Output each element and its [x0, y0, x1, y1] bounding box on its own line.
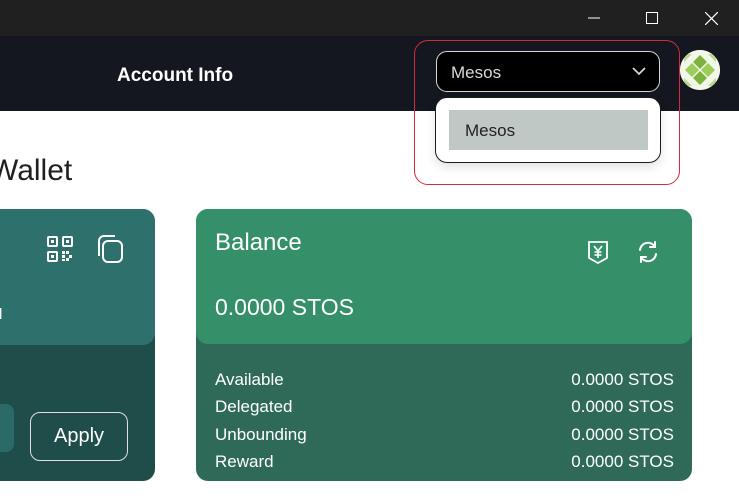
- balance-row-reward: Reward 0.0000 STOS: [215, 452, 674, 474]
- balance-row-available: Available 0.0000 STOS: [215, 370, 674, 392]
- header-title: Account Info: [117, 65, 234, 86]
- wallet-card-header: vvl: [0, 209, 155, 345]
- network-dropdown: Mesos: [435, 97, 661, 163]
- copy-icon[interactable]: [96, 234, 124, 264]
- yen-shield-icon[interactable]: [586, 240, 610, 264]
- dropdown-option-mesos[interactable]: Mesos: [449, 110, 648, 150]
- network-select[interactable]: Mesos: [436, 51, 660, 92]
- network-select-value: Mesos: [451, 63, 502, 82]
- balance-row-label: Reward: [215, 452, 274, 471]
- balance-row-value: 0.0000 STOS: [571, 370, 674, 389]
- balance-row-delegated: Delegated 0.0000 STOS: [215, 397, 674, 419]
- maximize-button[interactable]: [629, 0, 675, 36]
- apply-button[interactable]: Apply: [30, 412, 128, 461]
- balance-title: Balance: [215, 229, 302, 256]
- balance-row-label: Available: [215, 370, 284, 389]
- balance-card: Balance 0.0000 STOS Available 0.0000 STO…: [196, 209, 692, 481]
- balance-row-value: 0.0000 STOS: [571, 452, 674, 471]
- close-button[interactable]: [688, 0, 734, 36]
- balance-row-value: 0.0000 STOS: [571, 397, 674, 416]
- balance-card-header: Balance 0.0000 STOS: [196, 209, 692, 344]
- minimize-icon: [588, 17, 600, 19]
- balance-row-value: 0.0000 STOS: [571, 425, 674, 444]
- balance-row-unbounding: Unbounding 0.0000 STOS: [215, 425, 674, 447]
- window-title-bar: [0, 0, 739, 36]
- wallet-address: vvl: [0, 306, 3, 323]
- refresh-icon[interactable]: [636, 240, 660, 264]
- avatar-pattern-icon: [680, 50, 720, 90]
- wallet-card: vvl Apply: [0, 209, 155, 481]
- balance-row-label: Delegated: [215, 397, 293, 416]
- dropdown-option-label: Mesos: [465, 121, 516, 140]
- maximize-icon: [646, 12, 658, 24]
- balance-row-label: Unbounding: [215, 425, 307, 444]
- close-icon: [704, 11, 718, 25]
- page-title: Wallet: [0, 154, 73, 187]
- minimize-button[interactable]: [571, 0, 617, 36]
- avatar[interactable]: [680, 50, 720, 90]
- chevron-down-icon: [632, 67, 646, 76]
- qr-code-icon[interactable]: [47, 236, 73, 262]
- coupon-input[interactable]: [0, 404, 14, 452]
- balance-amount: 0.0000 STOS: [215, 294, 354, 320]
